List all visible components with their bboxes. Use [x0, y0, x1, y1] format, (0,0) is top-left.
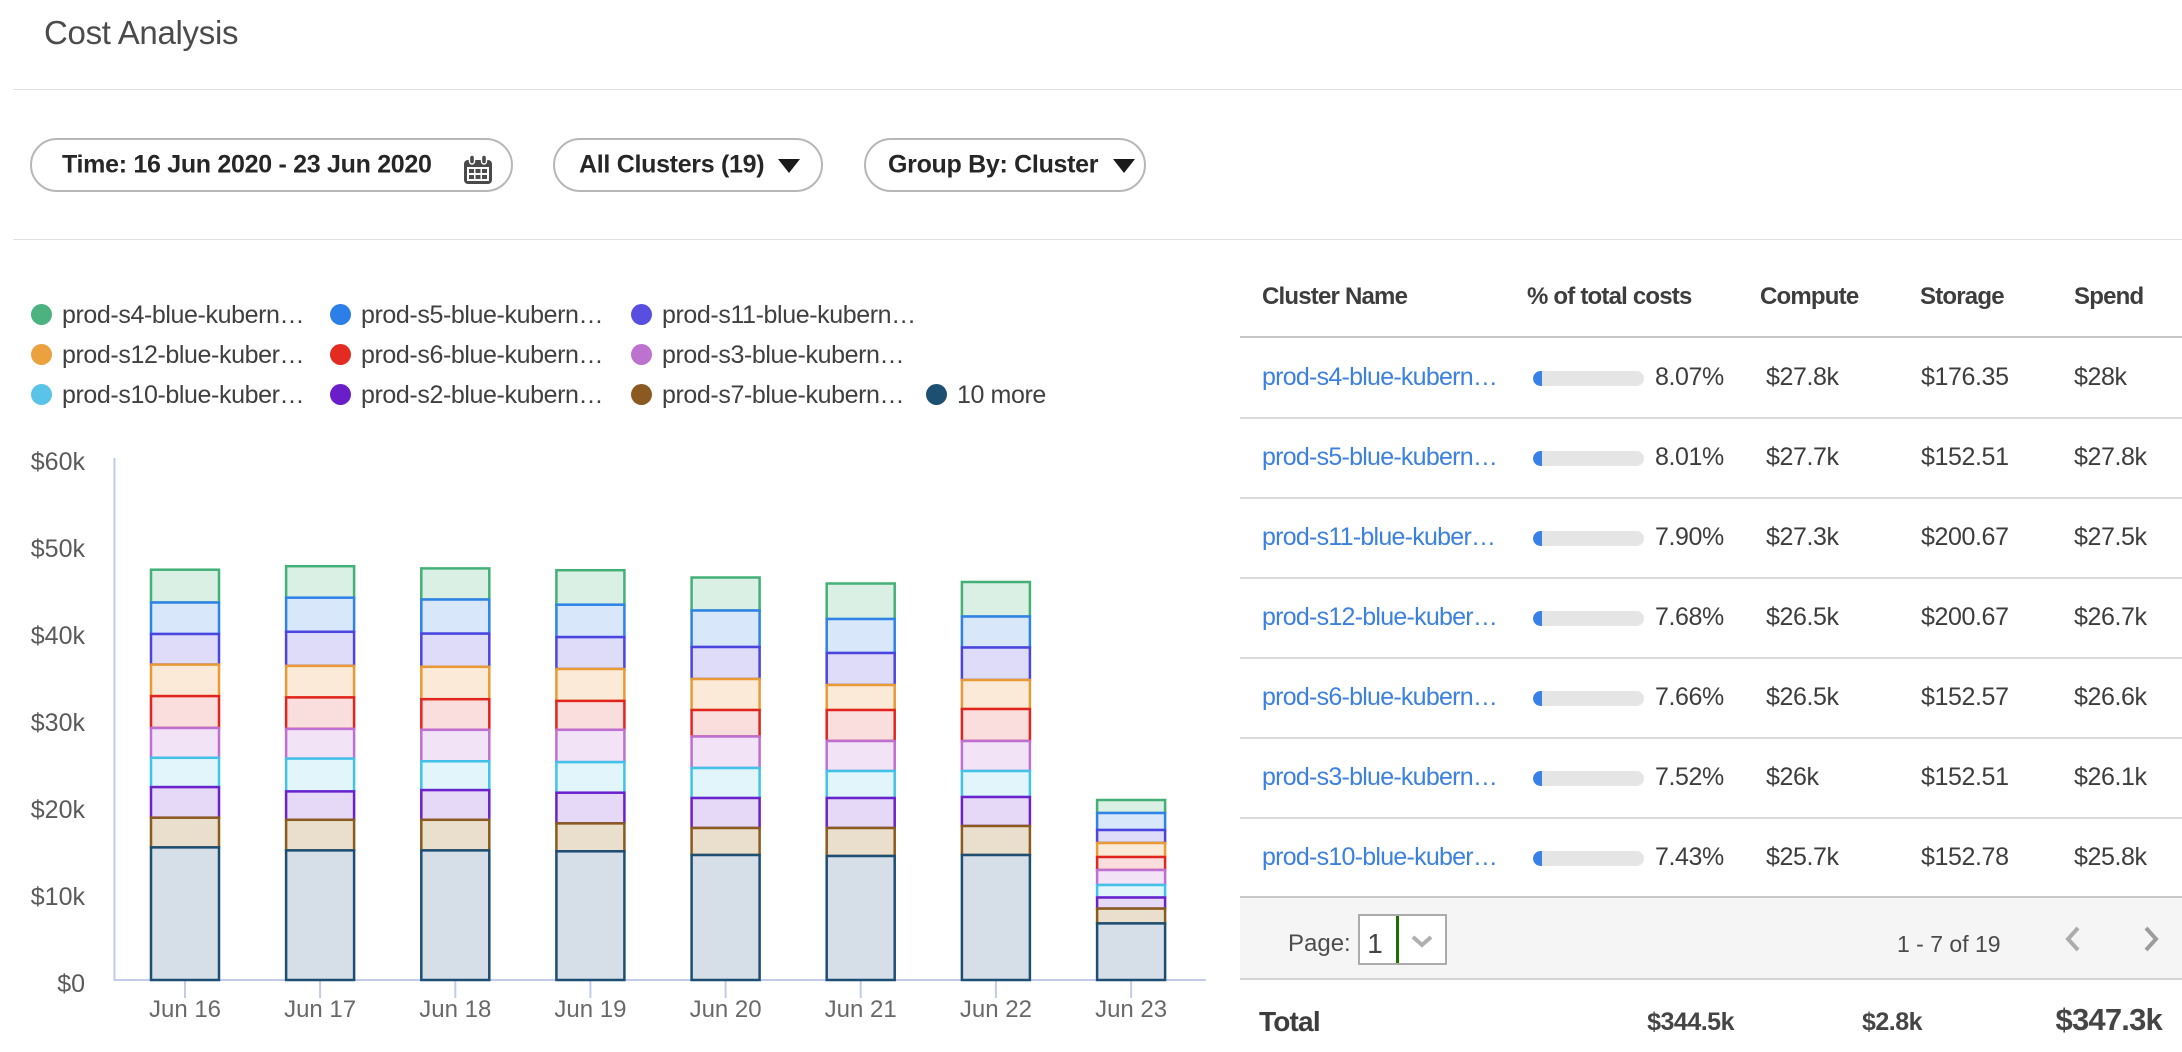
svg-text:$60k: $60k	[31, 448, 86, 476]
svg-text:$40k: $40k	[31, 622, 86, 650]
svg-text:$30k: $30k	[31, 709, 86, 737]
svg-text:$0: $0	[57, 970, 85, 998]
svg-text:$20k: $20k	[31, 796, 86, 824]
svg-text:Jun 23: Jun 23	[1095, 996, 1167, 1023]
svg-text:Jun 20: Jun 20	[690, 996, 762, 1023]
svg-text:Jun 16: Jun 16	[149, 996, 221, 1023]
svg-text:Jun 19: Jun 19	[554, 996, 626, 1023]
svg-text:$50k: $50k	[31, 535, 86, 563]
svg-text:Jun 21: Jun 21	[825, 996, 897, 1023]
svg-text:Jun 17: Jun 17	[284, 996, 356, 1023]
svg-text:$10k: $10k	[31, 883, 86, 911]
svg-text:Jun 18: Jun 18	[419, 996, 491, 1023]
svg-text:Jun 22: Jun 22	[960, 996, 1032, 1023]
